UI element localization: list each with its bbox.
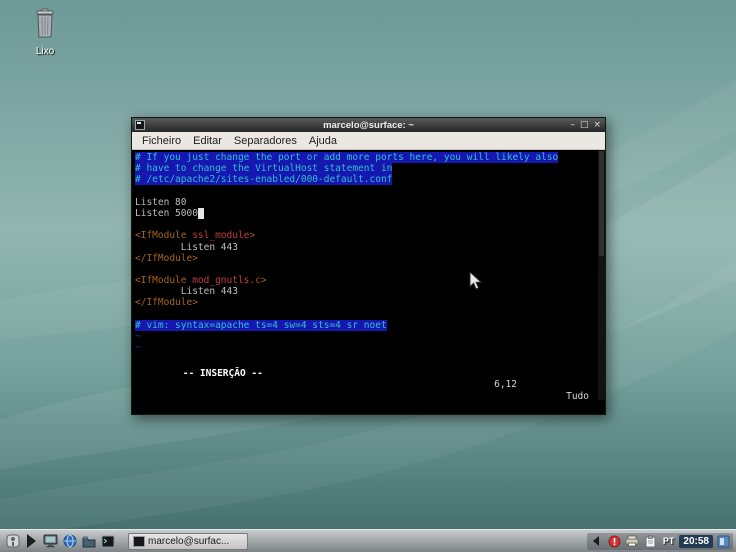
terminal-line: <IfModule mod_gnutls.c>: [135, 275, 605, 286]
menu-ajuda[interactable]: Ajuda: [303, 134, 343, 148]
terminal-scrollbar[interactable]: [598, 150, 605, 400]
window-title: marcelo@surface: ~: [323, 119, 414, 131]
terminal-text-segment: </IfModule>: [135, 297, 198, 309]
system-tray: PT 20:58: [586, 532, 733, 550]
collapse-triangle: [593, 536, 600, 546]
trash-can-icon: [36, 8, 54, 38]
taskbar-window-button[interactable]: marcelo@surfac...: [128, 532, 248, 550]
terminal-text-segment: ~: [135, 331, 141, 342]
terminal-cursor: [197, 207, 204, 219]
terminal-icon: [133, 535, 145, 547]
terminal-window: marcelo@surface: ~ – □ × Ficheiro Editar…: [131, 117, 606, 415]
trash-label: Lixo: [35, 46, 55, 57]
printer-icon[interactable]: [625, 534, 640, 549]
terminal-lines: # If you just change the port or add mor…: [135, 152, 605, 357]
terminal-line: </IfModule>: [135, 253, 605, 264]
file-manager-icon[interactable]: [80, 533, 97, 550]
taskbar-clock[interactable]: 20:58: [679, 534, 713, 548]
workspace-applet-icon[interactable]: [716, 534, 731, 549]
terminal-text-segment: </IfModule>: [135, 252, 198, 264]
show-desktop-icon[interactable]: [23, 533, 40, 550]
desktop: Lixo marcelo@surface: ~ – □ × Ficheiro E…: [0, 0, 736, 552]
terminal-line: Listen 443: [135, 286, 605, 297]
terminal-line: # /etc/apache2/sites-enabled/000-default…: [135, 174, 605, 186]
scrollbar-thumb[interactable]: [599, 151, 604, 256]
menu-editar[interactable]: Editar: [187, 134, 228, 148]
terminal-text-segment: Listen 443: [135, 241, 238, 253]
terminal-text-segment: >: [249, 230, 256, 242]
terminal-line: # have to change the VirtualHost stateme…: [135, 163, 605, 175]
terminal-line: Listen 80: [135, 197, 605, 208]
mouse-cursor: [469, 271, 483, 290]
terminal-text-segment: <IfModule: [135, 230, 193, 242]
terminal-line: # If you just change the port or add mor…: [135, 152, 605, 163]
keyboard-layout-indicator[interactable]: PT: [661, 536, 677, 546]
vim-mode-indicator: -- INSERÇÃO --: [182, 368, 263, 380]
minimize-button[interactable]: –: [570, 118, 575, 132]
menu-bar: Ficheiro Editar Separadores Ajuda: [132, 132, 605, 150]
terminal-icon: [135, 120, 145, 130]
browser-globe-icon[interactable]: [61, 533, 78, 550]
terminal-text-segment: Listen 80: [135, 196, 187, 208]
terminal-line: ~: [135, 342, 605, 353]
menu-separadores[interactable]: Separadores: [228, 134, 303, 148]
terminal-line: </IfModule>: [135, 297, 605, 308]
app-menu-icon[interactable]: [4, 533, 21, 550]
vim-cursor-position: 6,12: [494, 379, 517, 391]
vim-statusline: -- INSERÇÃO -- 6,12 Tudo: [135, 357, 605, 413]
close-button[interactable]: ×: [593, 118, 601, 132]
terminal-content[interactable]: # If you just change the port or add mor…: [132, 150, 605, 414]
menu-ficheiro[interactable]: Ficheiro: [136, 134, 187, 148]
terminal-line: Listen 443: [135, 242, 605, 253]
display-icon[interactable]: [42, 533, 59, 550]
terminal-text-segment: ~: [135, 342, 141, 354]
terminal-launcher-icon[interactable]: [99, 533, 116, 550]
taskbar: marcelo@surfac... PT 20:58: [0, 529, 736, 552]
terminal-text-segment: >: [260, 275, 267, 287]
maximize-button[interactable]: □: [580, 118, 589, 132]
window-controls: – □ ×: [570, 118, 601, 132]
terminal-text-segment: Listen 443: [135, 286, 238, 298]
taskbar-window-label: marcelo@surfac...: [148, 535, 230, 547]
vim-scroll-indicator: Tudo: [566, 390, 589, 402]
terminal-text-segment: # If you just change the port or add mor…: [135, 152, 559, 163]
terminal-text-segment: Listen 5000: [135, 207, 198, 219]
terminal-line: # vim: syntax=apache ts=4 sw=4 sts=4 sr …: [135, 319, 605, 331]
terminal-text-segment: <IfModule: [135, 275, 193, 287]
update-notifier-icon[interactable]: [607, 534, 622, 549]
terminal-text-segment: # /etc/apache2/sites-enabled/000-default…: [135, 174, 393, 186]
terminal-line: Listen 5000: [135, 207, 605, 219]
terminal-text-segment: ssl_module: [192, 230, 250, 242]
terminal-text-segment: # vim: syntax=apache ts=4 sw=4 sts=4 sr …: [135, 319, 387, 331]
show-desktop-triangle: [27, 534, 36, 548]
tray-collapse-arrow-icon[interactable]: [589, 534, 604, 549]
terminal-text-segment: # have to change the VirtualHost stateme…: [135, 163, 393, 175]
clipboard-icon[interactable]: [643, 534, 658, 549]
trash-icon[interactable]: Lixo: [22, 8, 68, 57]
terminal-line: <IfModule ssl_module>: [135, 230, 605, 241]
window-titlebar[interactable]: marcelo@surface: ~ – □ ×: [132, 118, 605, 132]
terminal-line: ~: [135, 331, 605, 342]
terminal-text-segment: mod_gnutls.c: [192, 275, 261, 287]
